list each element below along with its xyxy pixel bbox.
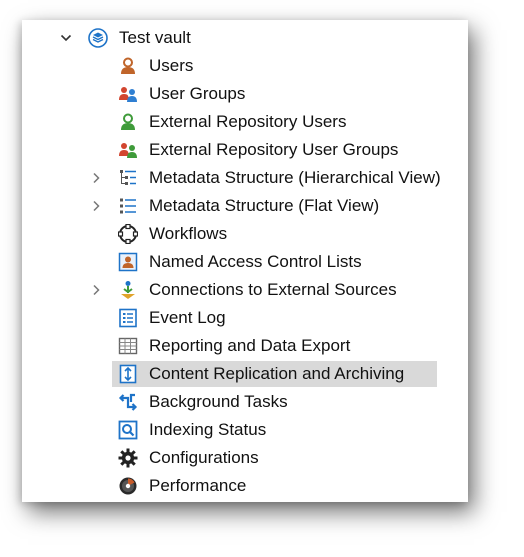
tree-item-user-groups[interactable]: User Groups (22, 80, 468, 108)
tree-item-label: Workflows (149, 224, 228, 243)
access-list-icon (118, 252, 138, 272)
chevron-down-icon[interactable] (60, 32, 72, 44)
vault-tree-panel: Test vault Users User Groups External Re… (22, 20, 468, 502)
user-icon (118, 56, 138, 76)
workflow-icon (118, 224, 138, 244)
tree-item-label: External Repository Users (149, 112, 347, 131)
tree-item-label: External Repository User Groups (149, 140, 399, 159)
tree-item-configurations[interactable]: Configurations (22, 444, 468, 472)
tree-item-label: Content Replication and Archiving (149, 364, 405, 383)
flat-list-icon (118, 196, 138, 216)
tree-item-label: Named Access Control Lists (149, 252, 362, 271)
user-groups-icon (118, 84, 138, 104)
chevron-right-icon[interactable] (90, 284, 102, 296)
tree-item-label: User Groups (149, 84, 246, 103)
connections-icon (118, 280, 138, 300)
tree-item-label: Metadata Structure (Flat View) (149, 196, 380, 215)
tree-item-metadata-hierarchical[interactable]: Metadata Structure (Hierarchical View) (22, 164, 468, 192)
tree-item-metadata-flat[interactable]: Metadata Structure (Flat View) (22, 192, 468, 220)
background-tasks-icon (118, 392, 138, 412)
gear-icon (118, 448, 138, 468)
tree-item-label: Metadata Structure (Hierarchical View) (149, 168, 441, 187)
tree-root-test-vault[interactable]: Test vault (22, 24, 468, 52)
tree-root-label: Test vault (119, 28, 191, 47)
hierarchy-icon (118, 168, 138, 188)
event-log-icon (118, 308, 138, 328)
tree-item-content-replication[interactable]: Content Replication and Archiving (22, 360, 468, 388)
chevron-right-icon[interactable] (90, 200, 102, 212)
performance-disc-icon (118, 476, 138, 496)
vault-cube-icon (88, 28, 108, 48)
tree-item-connections-external[interactable]: Connections to External Sources (22, 276, 468, 304)
tree-item-external-repository-users[interactable]: External Repository Users (22, 108, 468, 136)
external-user-icon (118, 112, 138, 132)
tree-item-reporting-export[interactable]: Reporting and Data Export (22, 332, 468, 360)
tree-item-named-acl[interactable]: Named Access Control Lists (22, 248, 468, 276)
tree-item-label: Users (149, 56, 194, 75)
tree-item-indexing-status[interactable]: Indexing Status (22, 416, 468, 444)
tree-item-background-tasks[interactable]: Background Tasks (22, 388, 468, 416)
tree-item-label: Configurations (149, 448, 259, 467)
chevron-right-icon[interactable] (90, 172, 102, 184)
report-table-icon (118, 336, 138, 356)
external-user-groups-icon (118, 140, 138, 160)
tree-item-label: Performance (149, 476, 247, 495)
tree-item-label: Connections to External Sources (149, 280, 397, 299)
tree-item-external-repository-user-groups[interactable]: External Repository User Groups (22, 136, 468, 164)
tree-item-workflows[interactable]: Workflows (22, 220, 468, 248)
tree-item-label: Background Tasks (149, 392, 288, 411)
tree-item-performance[interactable]: Performance (22, 472, 468, 500)
tree-item-label: Event Log (149, 308, 226, 327)
tree-item-label: Indexing Status (149, 420, 267, 439)
tree-item-event-log[interactable]: Event Log (22, 304, 468, 332)
replication-icon (118, 364, 138, 384)
tree-item-users[interactable]: Users (22, 52, 468, 80)
index-search-icon (118, 420, 138, 440)
tree-item-label: Reporting and Data Export (149, 336, 351, 355)
